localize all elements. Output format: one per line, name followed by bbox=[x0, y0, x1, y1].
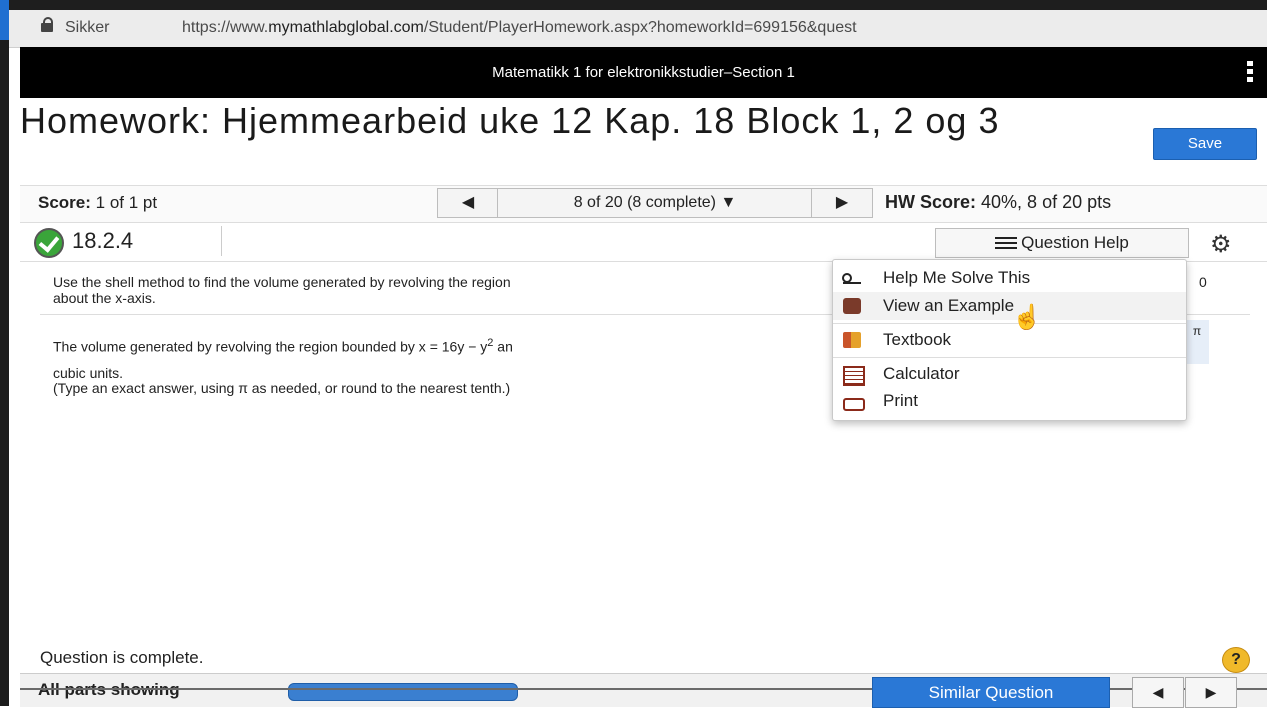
homework-score: HW Score: 40%, 8 of 20 pts bbox=[885, 192, 1111, 213]
url-prefix: https://www. bbox=[182, 19, 269, 36]
prompt-tail: 0 bbox=[1199, 274, 1207, 290]
textbook-icon bbox=[843, 332, 861, 348]
hw-score-label: HW Score: bbox=[885, 192, 977, 212]
print-icon bbox=[843, 398, 865, 411]
menu-item-help-me-solve[interactable]: Help Me Solve This bbox=[833, 264, 1186, 292]
menu-item-textbook[interactable]: Textbook bbox=[833, 326, 1186, 354]
secure-label: Sikker bbox=[65, 19, 110, 36]
progress-bar bbox=[288, 683, 518, 701]
question-help-menu: Help Me Solve This View an Example Textb… bbox=[832, 259, 1187, 421]
bottom-next-button[interactable]: ▶ bbox=[1185, 677, 1237, 708]
next-question-button[interactable]: ▶ bbox=[811, 188, 873, 218]
divider bbox=[221, 226, 222, 256]
question-selector[interactable]: 8 of 20 (8 complete) ▼ bbox=[497, 188, 813, 218]
hw-score-value: 40%, 8 of 20 pts bbox=[981, 192, 1112, 212]
save-button[interactable]: Save bbox=[1153, 128, 1257, 160]
calculator-icon bbox=[843, 366, 865, 386]
lock-icon bbox=[41, 17, 53, 32]
address-bar[interactable]: Sikker https://www.mymathlabglobal.com/S… bbox=[9, 10, 1267, 48]
course-title: Matematikk 1 for elektronikkstudier–Sect… bbox=[492, 64, 795, 81]
instructions: cubic units. (Type an exact answer, using… bbox=[53, 365, 511, 396]
bottom-previous-button[interactable]: ◀ bbox=[1132, 677, 1184, 708]
question-help-label: Question Help bbox=[1021, 233, 1129, 252]
url-host: mymathlabglobal.com bbox=[268, 19, 424, 36]
question-help-button[interactable]: Question Help bbox=[935, 228, 1189, 258]
similar-question-button[interactable]: Similar Question bbox=[872, 677, 1110, 708]
binoculars-icon bbox=[843, 298, 861, 314]
score-value: 1 of 1 pt bbox=[95, 193, 158, 212]
question-prompt: Use the shell method to find the volume … bbox=[53, 274, 511, 306]
previous-question-button[interactable]: ◀ bbox=[437, 188, 499, 218]
menu-item-print[interactable]: Print bbox=[833, 387, 1186, 415]
question-score: Score: 1 of 1 pt bbox=[38, 193, 157, 213]
divider bbox=[833, 323, 1186, 324]
hand-cursor-icon: ☝ bbox=[1012, 304, 1042, 331]
page-title: Homework: Hjemmearbeid uke 12 Kap. 18 Bl… bbox=[20, 100, 1000, 141]
all-parts-label: All parts showing bbox=[38, 680, 180, 700]
course-header: Matematikk 1 for elektronikkstudier–Sect… bbox=[20, 47, 1267, 98]
score-label: Score: bbox=[38, 193, 91, 212]
help-hint-icon[interactable]: ? bbox=[1222, 647, 1250, 673]
menu-item-view-example[interactable]: View an Example bbox=[833, 292, 1186, 320]
key-icon bbox=[842, 273, 861, 284]
answer-statement: The volume generated by revolving the re… bbox=[53, 337, 513, 355]
completion-status: Question is complete. bbox=[40, 648, 204, 667]
window-accent bbox=[0, 0, 9, 40]
list-icon bbox=[995, 237, 1018, 249]
divider bbox=[833, 357, 1186, 358]
menu-item-calculator[interactable]: Calculator bbox=[833, 360, 1186, 388]
check-icon bbox=[34, 228, 64, 258]
pi-symbol-button[interactable]: π bbox=[1185, 320, 1209, 364]
menu-icon[interactable] bbox=[1247, 61, 1253, 83]
question-number: 18.2.4 bbox=[72, 228, 134, 253]
gear-icon[interactable]: ⚙ bbox=[1210, 230, 1232, 259]
left-window-edge bbox=[0, 0, 9, 706]
window-top-strip bbox=[0, 0, 1267, 10]
url-text[interactable]: https://www.mymathlabglobal.com/Student/… bbox=[182, 19, 857, 37]
url-path: /Student/PlayerHomework.aspx?homeworkId=… bbox=[423, 19, 857, 36]
